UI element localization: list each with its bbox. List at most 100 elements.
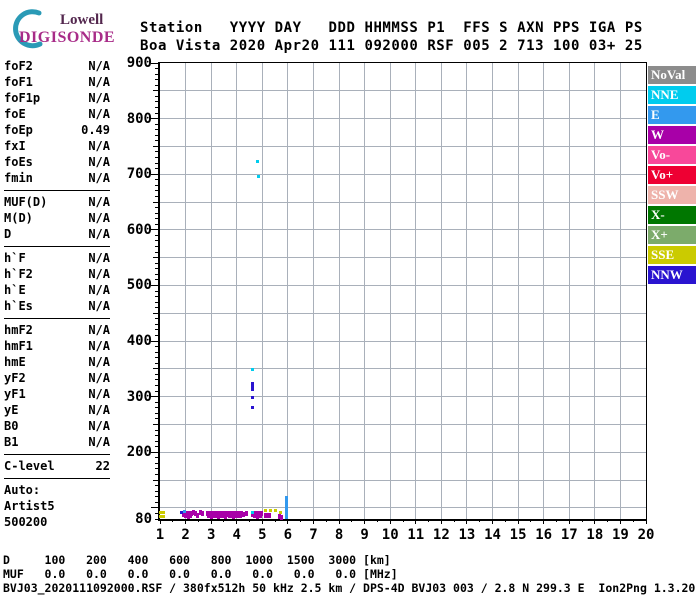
param-label: hmF2 [4, 322, 33, 338]
y-axis-tick [155, 391, 158, 392]
data-mark-nne [256, 160, 259, 163]
param-row: B1N/A [4, 434, 110, 450]
y-axis-tick [153, 90, 158, 91]
data-mark-nnw [251, 406, 254, 409]
gridline-horizontal [160, 202, 646, 203]
y-axis-label: 80 [110, 511, 152, 527]
param-row: Auto: [4, 482, 110, 498]
y-axis-tick [151, 507, 158, 508]
param-label: M(D) [4, 210, 33, 226]
panel-divider [4, 478, 110, 479]
parameter-panel: foF2N/AfoF1N/AfoF1pN/AfoEN/AfoEp0.49fxIN… [4, 58, 110, 530]
y-axis-tick [155, 363, 158, 364]
y-axis-tick [155, 79, 158, 80]
x-axis-tick [441, 519, 442, 524]
legend-item: X- [648, 206, 696, 224]
gridline-vertical [236, 63, 237, 519]
y-axis-tick [155, 213, 158, 214]
gridline-vertical [364, 63, 365, 519]
param-value: N/A [88, 338, 110, 354]
param-value: N/A [88, 74, 110, 90]
param-value: N/A [88, 210, 110, 226]
x-axis-tick [569, 519, 570, 524]
param-label: h`E [4, 282, 26, 298]
param-label: B1 [4, 434, 18, 450]
param-label: Artist5 [4, 498, 55, 514]
y-axis-tick [155, 291, 158, 292]
logo-text-lowell: Lowell [60, 12, 103, 29]
x-axis-tick [403, 519, 404, 522]
x-axis-label: 17 [556, 527, 582, 543]
x-axis-label: 1 [147, 527, 173, 543]
y-axis-tick [155, 113, 158, 114]
x-axis-tick [262, 519, 263, 524]
gridline-vertical [466, 63, 467, 519]
param-row: fxIN/A [4, 138, 110, 154]
data-mark-sse [279, 511, 282, 514]
gridline-horizontal [160, 507, 646, 508]
y-axis-label: 600 [110, 222, 152, 238]
gridline-vertical [569, 63, 570, 519]
x-axis-tick [377, 519, 378, 522]
y-axis-label: 300 [110, 389, 152, 405]
x-axis-tick [466, 519, 467, 524]
y-axis-tick [155, 107, 158, 108]
x-axis-label: 3 [198, 527, 224, 543]
x-axis-tick [287, 519, 288, 524]
y-axis-tick [155, 385, 158, 386]
param-value: N/A [88, 322, 110, 338]
x-axis-label: 12 [428, 527, 454, 543]
data-mark-sse [159, 515, 165, 518]
param-label: yF1 [4, 386, 26, 402]
gridline-vertical [287, 63, 288, 519]
x-axis-label: 8 [326, 527, 352, 543]
y-axis-tick [151, 285, 158, 286]
x-axis-tick [518, 519, 519, 524]
gridline-horizontal [160, 452, 646, 453]
y-axis-tick [153, 202, 158, 203]
param-label: h`F [4, 250, 26, 266]
param-row: h`EsN/A [4, 298, 110, 314]
param-label: foE [4, 106, 26, 122]
param-label: foEp [4, 122, 33, 138]
x-axis-tick [300, 519, 301, 522]
gridline-vertical [185, 63, 186, 519]
gridline-horizontal [160, 285, 646, 286]
y-axis-tick [153, 368, 158, 369]
param-value: 0.49 [81, 122, 110, 138]
param-row: hmF2 N/A [4, 322, 110, 338]
y-axis-tick [155, 240, 158, 241]
legend-item: E [648, 106, 696, 124]
y-axis-tick [151, 396, 158, 397]
panel-divider [4, 246, 110, 247]
param-label: foF1 [4, 74, 33, 90]
x-axis-tick [198, 519, 199, 522]
ionogram-view: Lowell DIGISONDE Station YYYY DAY DDD HH… [0, 0, 700, 600]
y-axis-tick [153, 480, 158, 481]
data-mark-w [260, 511, 263, 516]
y-axis-label: 900 [110, 55, 152, 71]
param-value: N/A [88, 90, 110, 106]
param-label: D [4, 226, 11, 242]
gridline-vertical [262, 63, 263, 519]
y-axis-tick [155, 246, 158, 247]
param-value: N/A [88, 386, 110, 402]
param-value: N/A [88, 402, 110, 418]
param-row: 500200 [4, 514, 110, 530]
footer-file-info: BVJ03_2020111092000.RSF / 380fx512h 50 k… [3, 581, 695, 595]
param-label: 500200 [4, 514, 47, 530]
lowell-digisonde-logo: Lowell DIGISONDE [6, 4, 146, 56]
x-axis-tick [646, 519, 647, 524]
gridline-vertical [620, 63, 621, 519]
y-axis-tick [155, 519, 158, 520]
y-axis-tick [155, 468, 158, 469]
y-axis-label: 700 [110, 166, 152, 182]
param-label: B0 [4, 418, 18, 434]
x-axis-tick [633, 519, 634, 522]
data-mark-nne [257, 175, 260, 178]
x-axis-label: 5 [249, 527, 275, 543]
y-axis-tick [155, 96, 158, 97]
param-value: 22 [96, 458, 110, 474]
param-label: hmF1 [4, 338, 33, 354]
y-axis-tick [155, 124, 158, 125]
